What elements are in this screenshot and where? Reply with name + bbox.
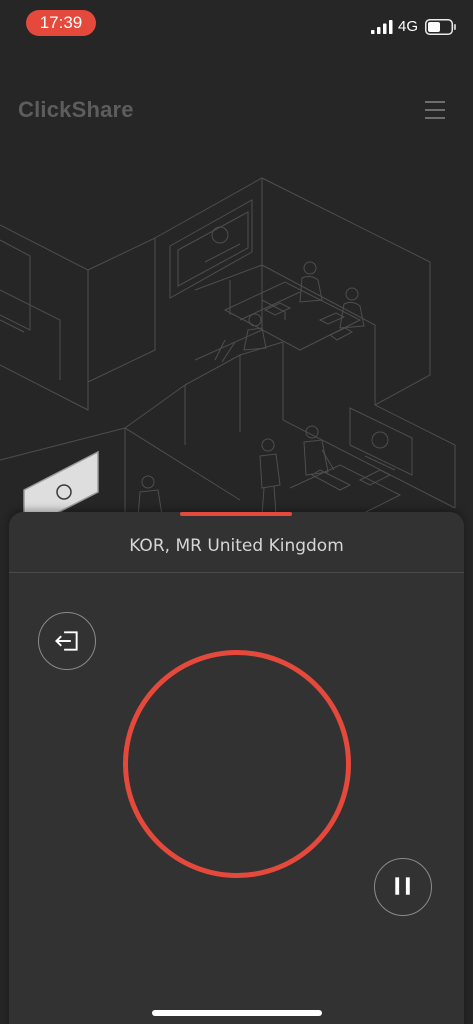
pause-icon bbox=[395, 877, 410, 895]
share-button[interactable] bbox=[123, 650, 351, 878]
home-indicator[interactable] bbox=[152, 1010, 322, 1016]
cellular-signal-icon bbox=[371, 20, 393, 34]
panel-divider bbox=[9, 572, 464, 573]
status-bar: 17:39 4G bbox=[0, 0, 473, 46]
leave-room-icon bbox=[55, 631, 78, 651]
share-panel: KOR, MR United Kingdom bbox=[9, 512, 464, 1024]
hamburger-menu-icon[interactable] bbox=[420, 96, 452, 124]
app-logo: ClickShare bbox=[18, 97, 134, 122]
network-type: 4G bbox=[398, 18, 419, 35]
room-name: KOR, MR United Kingdom bbox=[129, 536, 344, 556]
status-time: 17:39 bbox=[26, 10, 96, 36]
battery-icon bbox=[425, 19, 456, 35]
pause-button[interactable] bbox=[374, 858, 432, 916]
panel-drag-handle[interactable] bbox=[180, 512, 292, 516]
office-illustration bbox=[0, 177, 456, 520]
app-screen: 17:39 4G ClickShare KOR, MR United Kingd… bbox=[0, 0, 473, 1024]
leave-room-button[interactable] bbox=[38, 612, 96, 670]
